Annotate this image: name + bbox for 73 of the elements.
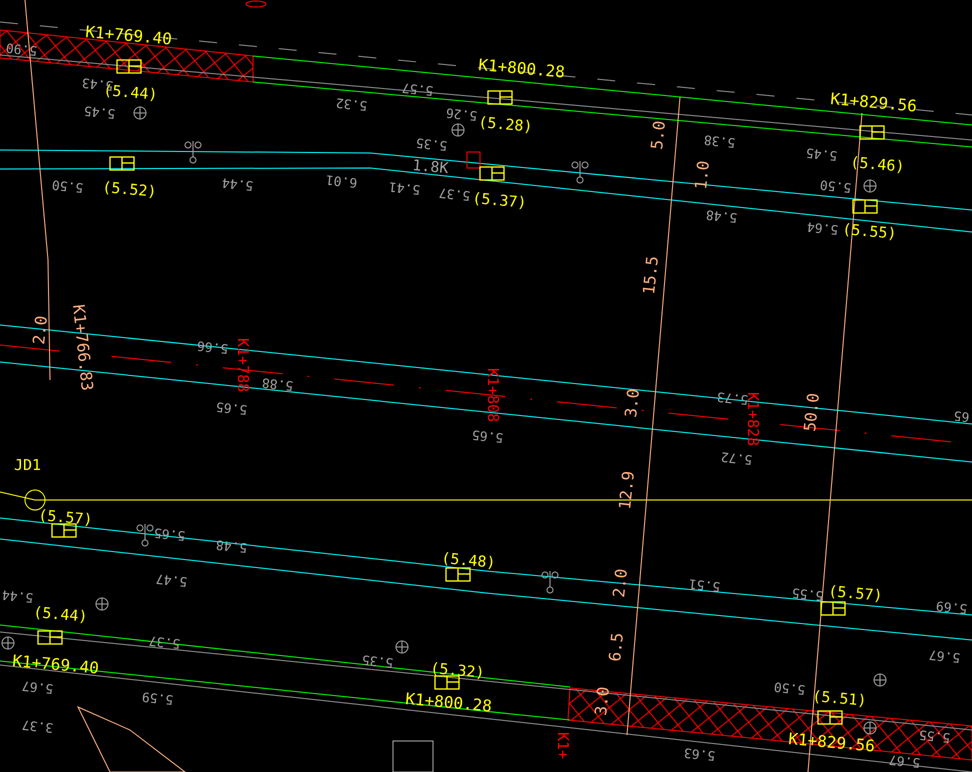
dimension-label: 6.5 bbox=[605, 632, 627, 662]
spot-height-label: 5.64 bbox=[806, 218, 839, 237]
spot-height-label: 5.48 bbox=[705, 206, 738, 225]
spot-height-label: 5.41 bbox=[388, 178, 421, 197]
dimension-label: 3.0 bbox=[591, 686, 613, 716]
spot-height-label: 5.69 bbox=[935, 597, 968, 616]
spot-height-label: 5.65 bbox=[215, 398, 248, 417]
dimension-label: 50.0 bbox=[800, 392, 823, 432]
spot-height-label: 5.45 bbox=[805, 144, 838, 163]
dimension-label: 1.0 bbox=[691, 160, 713, 190]
station-label: K1+769.40 bbox=[12, 651, 100, 678]
elevation-label: (5.44) bbox=[32, 603, 88, 626]
spot-height-label: 5.50 bbox=[819, 176, 852, 195]
station-label: K1+829.56 bbox=[788, 729, 876, 756]
station-label: K1+800.28 bbox=[478, 55, 566, 82]
spot-height-label: 5.44 bbox=[221, 174, 254, 193]
spot-height-label: 5.72 bbox=[720, 448, 753, 467]
spot-height-label: 5.37 bbox=[438, 184, 471, 203]
spot-height-label: 5.44 bbox=[1, 586, 34, 605]
spot-height-label: 5.66 bbox=[196, 337, 229, 356]
spot-height-label: 5.73 bbox=[716, 388, 749, 407]
elevation-label: (5.46) bbox=[850, 153, 906, 176]
dimension-label: 2.0 bbox=[609, 568, 631, 598]
spot-height-label: 5.51 bbox=[688, 575, 721, 594]
spot-height-label: 6.01 bbox=[325, 171, 358, 190]
spot-height-label: 5.67 bbox=[888, 751, 921, 770]
spot-height-label: 5.65 bbox=[153, 524, 186, 543]
dimension-label: 5.0 bbox=[647, 120, 669, 150]
chainage-label: K1+788 bbox=[234, 338, 252, 392]
dimension-label: K1+766.83 bbox=[69, 303, 97, 392]
station-label: K1+829.56 bbox=[830, 89, 918, 116]
spot-height-label: 5.59 bbox=[141, 688, 174, 707]
dimension-label: 12.9 bbox=[615, 470, 638, 510]
dimension-label: 2.0 bbox=[29, 314, 51, 346]
spot-height-label: 5.65 bbox=[471, 426, 504, 445]
dimension-label: 15.5 bbox=[639, 255, 662, 296]
station-label: K1+800.28 bbox=[404, 689, 493, 716]
spot-height-label: 5.48 bbox=[215, 536, 248, 555]
spot-height-label: 5.55 bbox=[791, 584, 824, 603]
spot-height-label: 5.47 bbox=[155, 570, 188, 589]
spot-height-label: 5.67 bbox=[928, 646, 961, 665]
chainage-label: K1+808 bbox=[484, 368, 502, 422]
spot-height-label: 5.37 bbox=[148, 632, 181, 651]
spot-height-label: 3.37 bbox=[21, 716, 54, 735]
chainage-label: K1+ bbox=[554, 732, 572, 760]
spot-height-label: 5.50 bbox=[773, 678, 806, 697]
point-label: JD1 bbox=[14, 456, 42, 474]
spot-height-label: 5.35 bbox=[361, 651, 394, 670]
station-label: K1+769.40 bbox=[84, 22, 173, 49]
elevation-label: (5.57) bbox=[38, 506, 94, 529]
spot-height-label: 5.50 bbox=[51, 176, 84, 195]
elevation-label: (5.55) bbox=[842, 220, 898, 243]
spot-height-label: 5.63 bbox=[683, 744, 716, 763]
elevation-label: (5.48) bbox=[440, 549, 496, 572]
spot-height-label: 5.88 bbox=[261, 374, 294, 393]
elevation-label: (5.51) bbox=[812, 687, 868, 710]
spot-height-label: 5.67 bbox=[21, 677, 54, 696]
elevation-label: (5.28) bbox=[478, 113, 534, 136]
elevation-label: (5.57) bbox=[828, 582, 884, 605]
dimension-label: 3.0 bbox=[621, 388, 643, 418]
spot-height-label: 5.57 bbox=[401, 79, 434, 98]
spot-height-label: 5.35 bbox=[415, 134, 448, 153]
spot-height-label: 5.32 bbox=[335, 94, 368, 113]
elevation-label: (5.37) bbox=[472, 189, 528, 212]
resistance-label: 1.8K bbox=[412, 156, 450, 178]
spot-height-label: 5.55 bbox=[918, 726, 951, 745]
spot-height-label: 65 bbox=[953, 407, 970, 424]
spot-height-label: 5.26 bbox=[445, 104, 478, 123]
spot-height-label: 5.38 bbox=[703, 131, 736, 150]
spot-height-label: 5.45 bbox=[83, 102, 116, 121]
spot-height-label: 5.90 bbox=[5, 39, 38, 58]
elevation-label: (5.52) bbox=[102, 178, 158, 201]
elevation-label: (5.32) bbox=[430, 659, 486, 682]
